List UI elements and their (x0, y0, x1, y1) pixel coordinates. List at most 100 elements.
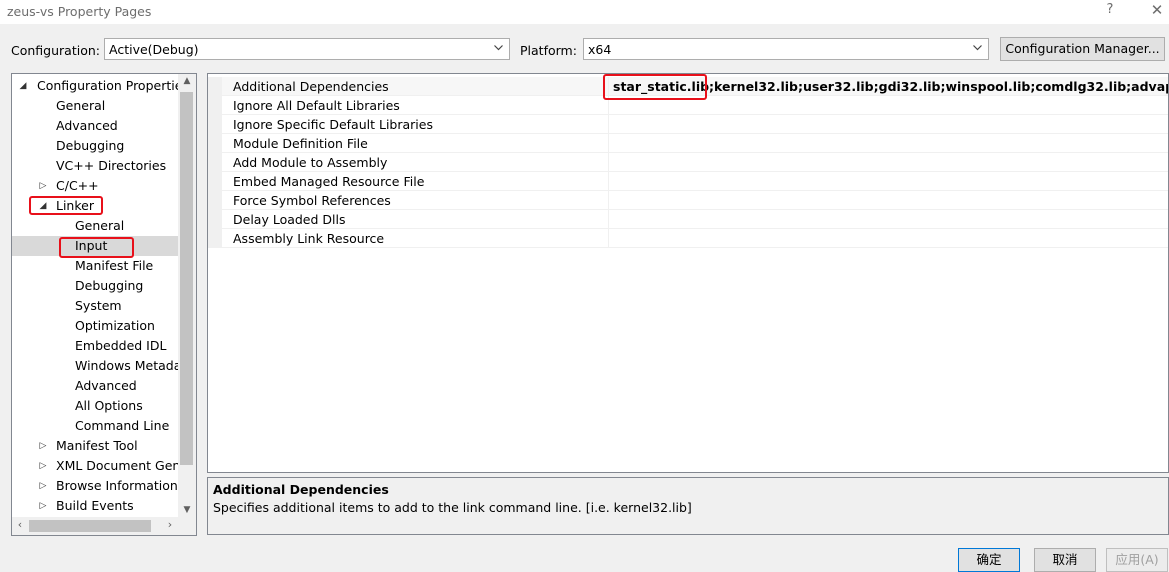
tree-vertical-scrollbar[interactable]: ▲ ▼ (178, 74, 196, 517)
tree-item-label: General (56, 98, 106, 113)
row-gutter (208, 191, 222, 210)
tree-item-general[interactable]: General (12, 96, 178, 116)
scroll-right-icon[interactable]: › (164, 518, 176, 531)
property-row-ignore-specific-default-libraries[interactable]: Ignore Specific Default Libraries (208, 115, 1168, 134)
tree-item-linker-advanced[interactable]: Advanced (12, 376, 178, 396)
tree-item-label: All Options (75, 398, 143, 413)
tree-item-build-events[interactable]: ▷ Build Events (12, 496, 178, 516)
property-name: Module Definition File (233, 136, 368, 151)
tree-item-command-line[interactable]: Command Line (12, 416, 178, 436)
platform-combo[interactable]: x64 (583, 38, 989, 60)
tree-item-manifest-file[interactable]: Manifest File (12, 256, 178, 276)
tree-item-label: Embedded IDL (75, 338, 167, 353)
row-gutter (208, 153, 222, 172)
tree-item-vc-directories[interactable]: VC++ Directories (12, 156, 178, 176)
apply-button[interactable]: 应用(A) (1106, 548, 1168, 572)
platform-label: Platform: (520, 43, 577, 58)
configuration-manager-button[interactable]: Configuration Manager... (1000, 37, 1165, 61)
tree-item-label: Optimization (75, 318, 155, 333)
row-gutter (208, 172, 222, 191)
expand-icon[interactable]: ▷ (38, 436, 48, 456)
help-button[interactable]: ? (1099, 2, 1121, 17)
tree-item-label: XML Document Generator (56, 458, 196, 473)
highlight-box-dependency (603, 74, 707, 100)
tree-item-label: General (75, 218, 125, 233)
property-grid[interactable]: Additional Dependencies star_static.lib;… (207, 73, 1169, 473)
row-gutter (208, 134, 222, 153)
tree-item-label: C/C++ (56, 178, 99, 193)
chevron-down-icon (494, 45, 503, 51)
column-separator (608, 229, 609, 248)
tree-item-linker-general[interactable]: General (12, 216, 178, 236)
tree-item-windows-metadata[interactable]: Windows Metadata (12, 356, 194, 376)
tree-item-manifest-tool[interactable]: ▷ Manifest Tool (12, 436, 178, 456)
tree-item-label: VC++ Directories (56, 158, 167, 173)
description-text: Specifies additional items to add to the… (213, 500, 692, 515)
window-title: zeus-vs Property Pages (7, 4, 152, 19)
close-button[interactable]: ✕ (1146, 1, 1168, 19)
cancel-button[interactable]: 取消 (1034, 548, 1096, 572)
configuration-combo[interactable]: Active(Debug) (104, 38, 510, 60)
tree-item-debugging[interactable]: Debugging (12, 136, 178, 156)
tree-item-label: System (75, 298, 122, 313)
ok-button[interactable]: 确定 (958, 548, 1020, 572)
tree-item-linker-debugging[interactable]: Debugging (12, 276, 178, 296)
property-name: Assembly Link Resource (233, 231, 385, 246)
property-name: Delay Loaded Dlls (233, 212, 346, 227)
tree-item-label: Browse Information (56, 478, 178, 493)
property-row-module-definition-file[interactable]: Module Definition File (208, 134, 1168, 153)
description-pane: Additional Dependencies Specifies additi… (207, 477, 1169, 535)
tree-item-system[interactable]: System (12, 296, 178, 316)
tree-item-label: Windows Metadata (75, 358, 194, 373)
property-row-delay-loaded-dlls[interactable]: Delay Loaded Dlls (208, 210, 1168, 229)
expand-icon[interactable]: ▷ (38, 496, 48, 516)
property-row-force-symbol-references[interactable]: Force Symbol References (208, 191, 1168, 210)
row-gutter (208, 229, 222, 248)
scrollbar-thumb[interactable] (180, 92, 193, 465)
property-row-assembly-link-resource[interactable]: Assembly Link Resource (208, 229, 1168, 248)
column-separator (608, 115, 609, 134)
row-gutter (208, 77, 222, 96)
column-separator (608, 153, 609, 172)
column-separator (608, 134, 609, 153)
configuration-value: Active(Debug) (109, 42, 199, 57)
scrollbar-thumb[interactable] (29, 520, 151, 532)
property-name: Ignore Specific Default Libraries (233, 117, 433, 132)
scroll-down-icon[interactable]: ▼ (182, 505, 192, 515)
tree-item-advanced[interactable]: Advanced (12, 116, 178, 136)
expand-icon[interactable]: ◢ (18, 76, 28, 96)
platform-value: x64 (588, 42, 612, 57)
tree-item-label: Manifest File (75, 258, 154, 273)
scroll-up-icon[interactable]: ▲ (182, 76, 192, 86)
tree-item-label: Debugging (75, 278, 144, 293)
tree-item-label: Build Events (56, 498, 134, 513)
highlight-box-linker (29, 196, 103, 215)
property-name: Add Module to Assembly (233, 155, 388, 170)
tree-item-xml-document-generator[interactable]: ▷ XML Document Generator (12, 456, 196, 476)
property-name: Force Symbol References (233, 193, 391, 208)
chevron-down-icon (973, 45, 982, 51)
tree-item-configuration-properties[interactable]: ◢ Configuration Properties (12, 76, 189, 96)
tree-item-label: Advanced (75, 378, 137, 393)
tree-item-label: Configuration Properties (37, 78, 189, 93)
tree-item-embedded-idl[interactable]: Embedded IDL (12, 336, 178, 356)
property-name: Additional Dependencies (233, 79, 389, 94)
tree-item-c-cpp[interactable]: ▷ C/C++ (12, 176, 178, 196)
tree-item-all-options[interactable]: All Options (12, 396, 178, 416)
property-row-embed-managed-resource-file[interactable]: Embed Managed Resource File (208, 172, 1168, 191)
tree-item-optimization[interactable]: Optimization (12, 316, 178, 336)
property-row-add-module-to-assembly[interactable]: Add Module to Assembly (208, 153, 1168, 172)
expand-icon[interactable]: ▷ (38, 476, 48, 496)
tree-horizontal-scrollbar[interactable]: ‹ › (12, 517, 178, 535)
row-gutter (208, 115, 222, 134)
scroll-left-icon[interactable]: ‹ (14, 518, 26, 531)
expand-icon[interactable]: ▷ (38, 456, 48, 476)
title-bar: zeus-vs Property Pages ? ✕ (0, 0, 1169, 24)
column-separator (608, 210, 609, 229)
tree-item-browse-information[interactable]: ▷ Browse Information (12, 476, 178, 496)
property-name: Ignore All Default Libraries (233, 98, 400, 113)
expand-icon[interactable]: ▷ (38, 176, 48, 196)
tree-item-label: Debugging (56, 138, 125, 153)
property-name: Embed Managed Resource File (233, 174, 425, 189)
property-tree[interactable]: ◢ Configuration Properties General Advan… (11, 73, 197, 536)
